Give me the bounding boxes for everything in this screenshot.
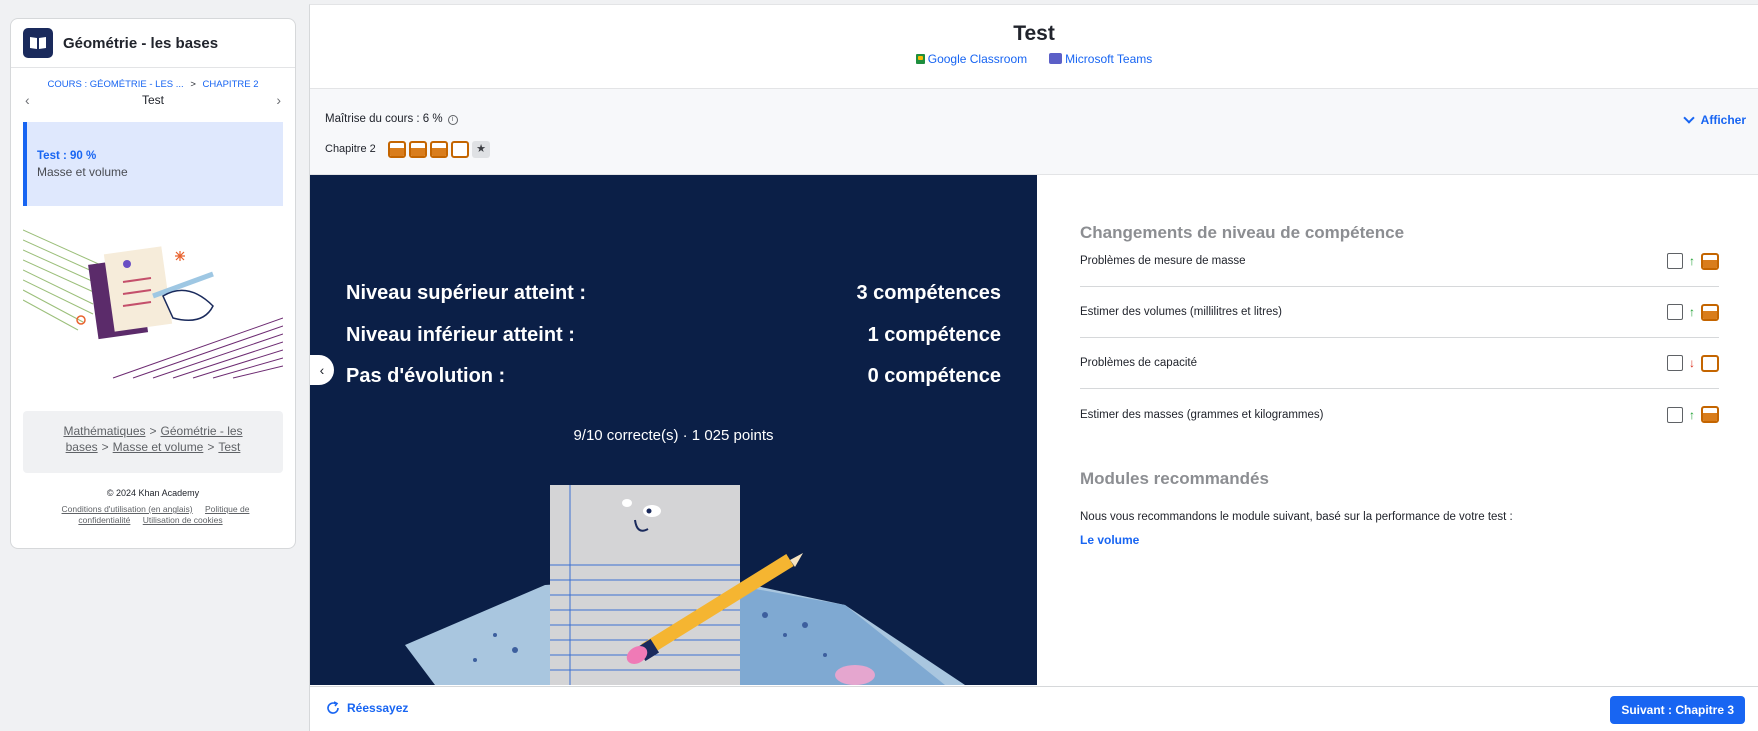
skill-row: Estimer des masses (grammes et kilogramm… [1080,389,1719,440]
result-banner: Niveau supérieur atteint :3 compétences … [310,175,1037,685]
microsoft-teams-link[interactable]: Microsoft Teams [1049,52,1152,66]
mastery-box [1701,252,1719,270]
skill-row: Estimer des volumes (millilitres et litr… [1080,287,1719,338]
sidebar-header: Géométrie - les bases [11,19,295,68]
star-icon[interactable]: ★ [472,141,490,158]
google-classroom-label: Google Classroom [927,52,1028,66]
arrow-up-icon: ↑ [1689,254,1695,268]
breadcrumb: COURS : GÉOMÉTRIE - LES ... > CHAPITRE 2 [11,79,295,90]
next-chapter-button[interactable]: Suivant : Chapitre 3 [1610,696,1745,724]
cookies-link[interactable]: Utilisation de cookies [143,515,223,525]
main-panel: Test Google Classroom Microsoft Teams Ma… [309,4,1758,731]
skill-checkbox[interactable] [1667,406,1683,423]
result-row-down: Niveau inférieur atteint : 1 compétence [346,324,1001,347]
copyright: © 2024 Khan Academy [106,488,200,498]
refresh-icon [327,701,339,714]
skill-name[interactable]: Estimer des masses (grammes et kilogramm… [1080,409,1323,421]
details-panel: Changements de niveau de compétence Prob… [1037,175,1758,685]
mastery-box [1701,354,1719,372]
test-illustration [22,226,284,382]
arrow-down-icon: ↓ [1689,356,1695,370]
score-summary: 9/10 correcte(s) · 1 025 points [573,427,774,444]
chapter-label: Chapitre 2 [325,143,376,155]
chevron-left-icon: ‹ [319,362,325,378]
result-row-same: Pas d'évolution : 0 compétence [346,365,1001,388]
page-header: Test Google Classroom Microsoft Teams [310,5,1758,89]
mastery-box[interactable] [430,141,448,158]
skills-list: Problèmes de mesure de masse ↑ Estimer d… [1080,236,1719,440]
mastery-label: Maîtrise du cours : 6 % i [325,113,458,125]
course-book-icon [23,28,53,58]
result-label: Pas d'évolution : [346,365,506,387]
result-label: Niveau inférieur atteint : [346,324,575,346]
notebook-illustration [405,485,965,685]
recommended-text: Nous vous recommandons le module suivant… [1080,511,1513,523]
sidebar-card: Géométrie - les bases COURS : GÉOMÉTRIE … [10,18,296,549]
mastery-box[interactable] [388,141,406,158]
path-link-math[interactable]: Mathématiques [63,424,145,438]
skill-checkbox[interactable] [1667,304,1683,320]
breadcrumb-separator: > [190,79,196,90]
current-unit: Test [141,93,164,107]
microsoft-teams-label: Microsoft Teams [1065,52,1153,66]
page-title: Test [1013,22,1055,45]
course-title[interactable]: Géométrie - les bases [63,35,218,52]
share-links: Google Classroom Microsoft Teams [310,52,1758,66]
arrow-up-icon: ↑ [1689,407,1695,422]
arrow-up-icon: ↑ [1689,305,1695,319]
result-row-up: Niveau supérieur atteint : 3 compétences [346,282,1001,305]
mastery-box[interactable] [409,141,427,158]
skill-status: ↑ [1667,252,1719,270]
google-classroom-link[interactable]: Google Classroom [915,52,1028,66]
mastery-text: Maîtrise du cours : 6 % [325,113,443,125]
recommended-link[interactable]: Le volume [1080,533,1139,547]
skill-name[interactable]: Problèmes de mesure de masse [1080,255,1246,267]
chevron-down-icon [1682,112,1695,124]
result-label: Niveau supérieur atteint : [346,282,587,304]
sidebar-item-score: Test : 90 % [37,150,97,162]
show-toggle[interactable]: Afficher [1682,112,1746,127]
skill-status: ↓ [1667,354,1719,372]
chapter-mastery-boxes: ★ [388,141,490,158]
path-link-unit[interactable]: Masse et volume [113,440,204,454]
info-icon[interactable]: i [447,115,458,125]
skill-status: ↑ [1667,303,1719,321]
skill-name[interactable]: Estimer des volumes (millilitres et litr… [1080,306,1282,318]
course-path: Mathématiques > Géométrie - les bases > Mass… [23,411,283,473]
skill-checkbox[interactable] [1667,253,1683,269]
retry-label: Réessayez [347,701,409,715]
sidebar-item-label: Masse et volume [37,165,128,179]
recommended-title: Modules recommandés [1080,469,1269,488]
footer-links: Conditions d'utilisation (en anglais) Po… [11,504,295,526]
sidebar: Géométrie - les bases COURS : GÉOMÉTRIE … [0,0,308,731]
content: Niveau supérieur atteint :3 compétences … [310,175,1758,685]
show-toggle-label: Afficher [1700,113,1746,127]
result-value: 3 compétences [856,282,1001,304]
breadcrumb-course[interactable]: COURS : GÉOMÉTRIE - LES ... [48,79,184,90]
chevron-right-icon[interactable]: › [276,92,281,108]
collapse-sidebar-button[interactable]: ‹ [310,355,334,385]
breadcrumb-chapter[interactable]: CHAPITRE 2 [203,79,259,90]
mastery-box[interactable] [451,141,469,158]
skill-row: Problèmes de mesure de masse ↑ [1080,236,1719,287]
terms-link[interactable]: Conditions d'utilisation (en anglais) [62,504,193,514]
skill-checkbox[interactable] [1667,355,1683,371]
mastery-box [1701,303,1719,321]
sidebar-nav: COURS : GÉOMÉTRIE - LES ... > CHAPITRE 2… [11,68,295,116]
skill-name[interactable]: Problèmes de capacité [1080,357,1197,369]
skill-status: ↑ [1667,406,1719,423]
footer-bar: Réessayez Suivant : Chapitre 3 [310,686,1758,731]
app: Géométrie - les bases COURS : GÉOMÉTRIE … [0,0,1758,731]
microsoft-teams-icon [1049,53,1063,64]
sidebar-footer: © 2024 Khan Academy Conditions d'utilisa… [11,488,295,526]
result-value: 1 compétence [867,324,1001,346]
google-classroom-icon [915,54,925,64]
mastery-box [1701,406,1719,423]
skill-row: Problèmes de capacité ↓ [1080,338,1719,389]
path-link-test[interactable]: Test [218,440,240,454]
result-value: 0 compétence [867,365,1001,387]
sidebar-item-test[interactable]: Test : 90 % Masse et volume [23,122,283,206]
mastery-bar: Maîtrise du cours : 6 % i Afficher Chapit… [310,89,1758,175]
retry-button[interactable]: Réessayez [326,701,408,715]
